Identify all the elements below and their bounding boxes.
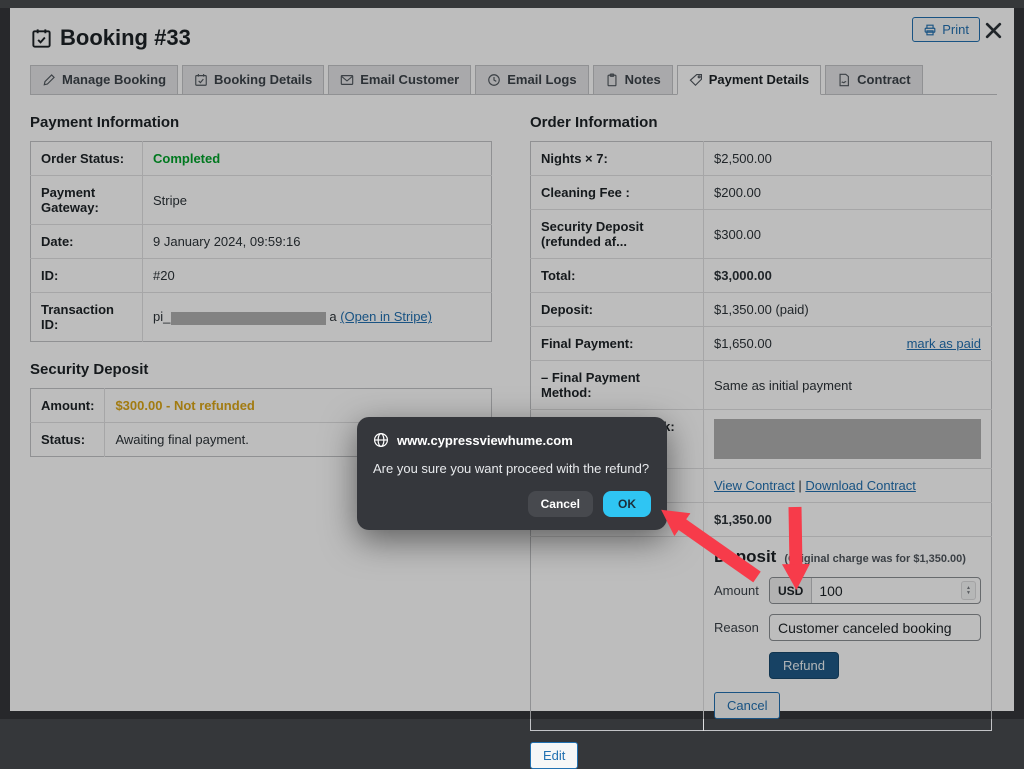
- browser-confirm-dialog: www.cypressviewhume.com Are you sure you…: [357, 417, 667, 530]
- dialog-cancel-button[interactable]: Cancel: [528, 491, 593, 517]
- globe-icon: [373, 432, 389, 448]
- dialog-origin: www.cypressviewhume.com: [397, 433, 573, 448]
- dim-overlay: [0, 0, 1024, 719]
- dialog-message: Are you sure you want proceed with the r…: [373, 461, 651, 476]
- dialog-ok-button[interactable]: OK: [603, 491, 651, 517]
- edit-button[interactable]: Edit: [530, 742, 578, 769]
